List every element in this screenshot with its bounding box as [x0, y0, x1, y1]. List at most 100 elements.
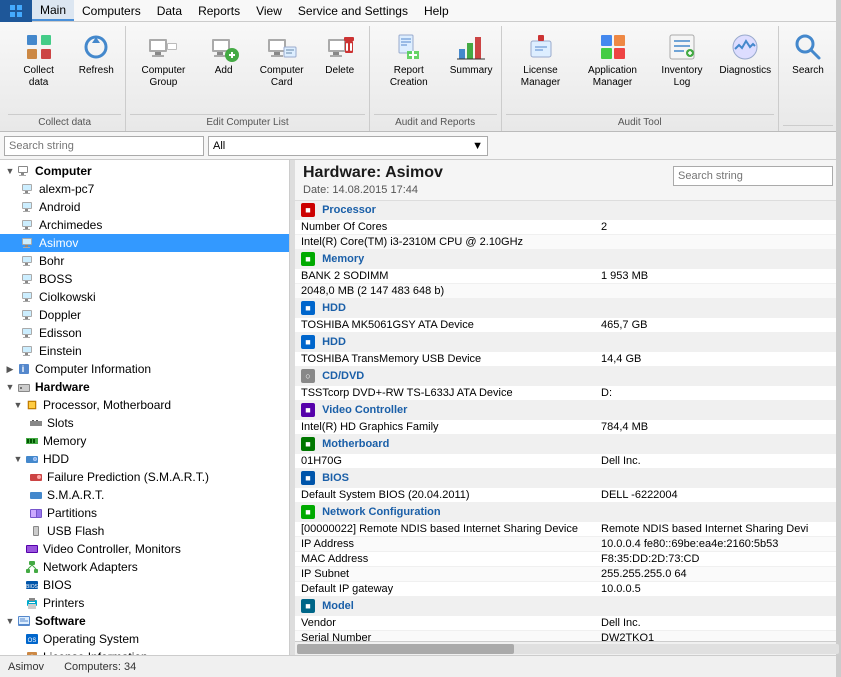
tree-item-os[interactable]: ▶ OS Operating System: [0, 630, 289, 648]
tree-section-hardware[interactable]: ▼ Hardware: [0, 378, 289, 396]
table-category-row: ■ Memory: [295, 250, 841, 269]
tree-item-slots[interactable]: Slots: [0, 414, 289, 432]
search-button[interactable]: Search: [783, 26, 833, 82]
tree-section-software[interactable]: ▼ Software: [0, 612, 289, 630]
tree-item-hdd[interactable]: ▼ HDD: [0, 450, 289, 468]
menu-service[interactable]: Service and Settings: [290, 0, 416, 21]
tree-item-alexm[interactable]: alexm-pc7: [0, 180, 289, 198]
diagnostics-button[interactable]: Diagnostics: [717, 26, 775, 82]
menu-main[interactable]: Main: [32, 0, 74, 21]
hdd-icon: [24, 451, 40, 467]
table-row: Number Of Cores 2: [295, 220, 841, 235]
row-value: DELL -6222004: [595, 488, 841, 503]
menu-view[interactable]: View: [248, 0, 290, 21]
menu-data[interactable]: Data: [149, 0, 190, 21]
tree-item-processor[interactable]: ▼ Processor, Motherboard: [0, 396, 289, 414]
computer-icon: [20, 235, 36, 251]
model-category-icon: ■: [301, 599, 315, 613]
tree-section-label: Computer Information: [35, 362, 151, 376]
refresh-button[interactable]: Refresh: [71, 26, 121, 82]
tree-section-computer-info[interactable]: ▶ i Computer Information: [0, 360, 289, 378]
horizontal-scrollbar[interactable]: [295, 641, 841, 655]
collect-data-button[interactable]: Collect data: [8, 26, 69, 94]
usb-icon: [28, 523, 44, 539]
tree-item-ciolkowski[interactable]: Ciolkowski: [0, 288, 289, 306]
ribbon-group-tool: License Manager Application Manager: [502, 26, 780, 131]
tree-item-label: Doppler: [39, 308, 81, 322]
os-icon: OS: [24, 631, 40, 647]
tree-item-edisson[interactable]: Edisson: [0, 324, 289, 342]
tree-item-archimedes[interactable]: Archimedes: [0, 216, 289, 234]
license-icon: [525, 31, 557, 63]
category-label: CD/DVD: [322, 370, 364, 382]
category-label: HDD: [322, 336, 346, 348]
printer-icon: [24, 595, 40, 611]
summary-button[interactable]: Summary: [446, 26, 497, 82]
tree-item-boss[interactable]: BOSS: [0, 270, 289, 288]
license-manager-button[interactable]: License Manager: [506, 26, 576, 94]
delete-button[interactable]: Delete: [315, 26, 365, 82]
processor-icon: [24, 397, 40, 413]
tree-item-bios[interactable]: ▶ BIOS BIOS: [0, 576, 289, 594]
menu-computers[interactable]: Computers: [74, 0, 149, 21]
diag-icon: [729, 31, 761, 63]
add-icon: [208, 31, 240, 63]
menu-help[interactable]: Help: [416, 0, 457, 21]
category-label: Model: [322, 600, 354, 612]
tree-section-label: Software: [35, 614, 86, 628]
filter-dropdown[interactable]: All ▼: [208, 136, 488, 156]
app-button[interactable]: [0, 0, 32, 22]
inventory-log-button[interactable]: Inventory Log: [650, 26, 715, 94]
tree-item-usb[interactable]: USB Flash: [0, 522, 289, 540]
table-category-row: ■ HDD: [295, 333, 841, 352]
inv-log-icon: [666, 31, 698, 63]
tree-item-doppler[interactable]: Doppler: [0, 306, 289, 324]
hardware-icon: [16, 379, 32, 395]
tree-item-label: USB Flash: [47, 524, 104, 538]
computer-icon: [20, 199, 36, 215]
partitions-icon: [28, 505, 44, 521]
tree-item-einstein[interactable]: Einstein: [0, 342, 289, 360]
cd-category-icon: ○: [301, 369, 315, 383]
tree-item-label: License Information: [43, 650, 148, 655]
tree-item-label: BOSS: [39, 272, 72, 286]
tree-item-license[interactable]: ▶ © License Information: [0, 648, 289, 655]
table-row: IP Subnet 255.255.255.0 64: [295, 567, 841, 582]
tree-item-network[interactable]: ▶ Network Adapters: [0, 558, 289, 576]
tree-item-printers[interactable]: ▶ Printers: [0, 594, 289, 612]
search-input[interactable]: [4, 136, 204, 156]
detail-search-input[interactable]: [673, 166, 833, 186]
bios-category-icon: ■: [301, 471, 315, 485]
row-label: IP Address: [295, 537, 595, 552]
tree-item-android[interactable]: Android: [0, 198, 289, 216]
table-category-row: ■ BIOS: [295, 469, 841, 488]
app-mgr-icon: [597, 31, 629, 63]
ribbon-group-search: Search: [779, 26, 837, 131]
net-category-icon: ■: [301, 505, 315, 519]
row-value: Dell Inc.: [595, 616, 841, 631]
application-manager-button[interactable]: Application Manager: [578, 26, 648, 94]
expand-icon: ▼: [4, 616, 16, 626]
tree-item-partitions[interactable]: Partitions: [0, 504, 289, 522]
row-value: 465,7 GB: [595, 318, 841, 333]
tree-item-failure[interactable]: Failure Prediction (S.M.A.R.T.): [0, 468, 289, 486]
computer-card-button[interactable]: Computer Card: [251, 26, 313, 94]
tree-item-bohr[interactable]: Bohr: [0, 252, 289, 270]
report-creation-button[interactable]: Report Creation: [374, 26, 444, 94]
menu-reports[interactable]: Reports: [190, 0, 248, 21]
summary-icon: [455, 31, 487, 63]
computer-group-button[interactable]: Computer Group: [130, 26, 196, 94]
tree-item-smart[interactable]: S.M.A.R.T.: [0, 486, 289, 504]
tree-item-asimov[interactable]: Asimov: [0, 234, 289, 252]
tree-item-label: Partitions: [47, 506, 97, 520]
search-icon: [792, 31, 824, 63]
row-label: TSSTcorp DVD+-RW TS-L633J ATA Device: [295, 386, 595, 401]
right-panel: Hardware: Asimov Date: 14.08.2015 17:44 …: [295, 160, 841, 655]
tree-item-memory[interactable]: ▶ Memory: [0, 432, 289, 450]
tree-item-label: Asimov: [39, 236, 78, 250]
add-button[interactable]: Add: [199, 26, 249, 82]
network-icon: [24, 559, 40, 575]
row-value: DW2TKQ1: [595, 631, 841, 642]
tree-item-video[interactable]: ▶ Video Controller, Monitors: [0, 540, 289, 558]
row-value: 10.0.0.5: [595, 582, 841, 597]
